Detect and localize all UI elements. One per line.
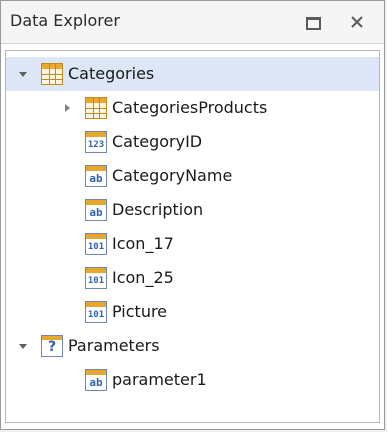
tree-node-parameters[interactable]: ? Parameters bbox=[6, 329, 379, 363]
table-icon bbox=[41, 63, 63, 85]
expand-arrow-icon[interactable] bbox=[60, 101, 74, 115]
tree-node-icon-17[interactable]: 101 Icon_17 bbox=[6, 227, 379, 261]
binary-field-icon: 101 bbox=[85, 233, 107, 255]
string-field-icon: ab bbox=[85, 199, 107, 221]
tree-node-label: CategoriesProducts bbox=[112, 98, 268, 117]
parameters-icon: ? bbox=[41, 335, 63, 357]
binary-field-icon: 101 bbox=[85, 267, 107, 289]
string-field-icon: ab bbox=[85, 165, 107, 187]
restore-icon bbox=[306, 17, 321, 30]
tree-node-categoryid[interactable]: 123 CategoryID bbox=[6, 125, 379, 159]
tree-node-label: Picture bbox=[112, 302, 168, 321]
panel-title: Data Explorer bbox=[10, 11, 120, 30]
panel-titlebar[interactable]: Data Explorer bbox=[1, 1, 384, 44]
tree-node-label: Icon_25 bbox=[112, 268, 174, 287]
tree-node-label: CategoryName bbox=[112, 166, 233, 185]
close-icon bbox=[351, 16, 363, 28]
tree-node-picture[interactable]: 101 Picture bbox=[6, 295, 379, 329]
tree-node-label: Categories bbox=[68, 64, 155, 83]
table-icon bbox=[85, 97, 107, 119]
tree-node-label: Icon_17 bbox=[112, 234, 174, 253]
tree-node-description[interactable]: ab Description bbox=[6, 193, 379, 227]
tree-node-label: Parameters bbox=[68, 336, 160, 355]
tree-node-parameter1[interactable]: ab parameter1 bbox=[6, 363, 379, 397]
tree-node-label: parameter1 bbox=[112, 370, 207, 389]
tree-node-label: Description bbox=[112, 200, 204, 219]
data-tree[interactable]: Categories CategoriesProducts 123 Catego… bbox=[5, 50, 380, 423]
tree-node-categoryname[interactable]: ab CategoryName bbox=[6, 159, 379, 193]
tree-node-label: CategoryID bbox=[112, 132, 203, 151]
close-button[interactable] bbox=[347, 12, 367, 32]
tree-node-icon-25[interactable]: 101 Icon_25 bbox=[6, 261, 379, 295]
number-field-icon: 123 bbox=[85, 131, 107, 153]
string-field-icon: ab bbox=[85, 369, 107, 391]
restore-button[interactable] bbox=[303, 12, 323, 32]
collapse-arrow-icon[interactable] bbox=[16, 67, 30, 81]
binary-field-icon: 101 bbox=[85, 301, 107, 323]
collapse-arrow-icon[interactable] bbox=[16, 339, 30, 353]
tree-node-categories[interactable]: Categories bbox=[6, 57, 379, 91]
data-explorer-panel: Data Explorer Categories CategoriesProdu… bbox=[0, 0, 385, 430]
tree-node-categoriesproducts[interactable]: CategoriesProducts bbox=[6, 91, 379, 125]
